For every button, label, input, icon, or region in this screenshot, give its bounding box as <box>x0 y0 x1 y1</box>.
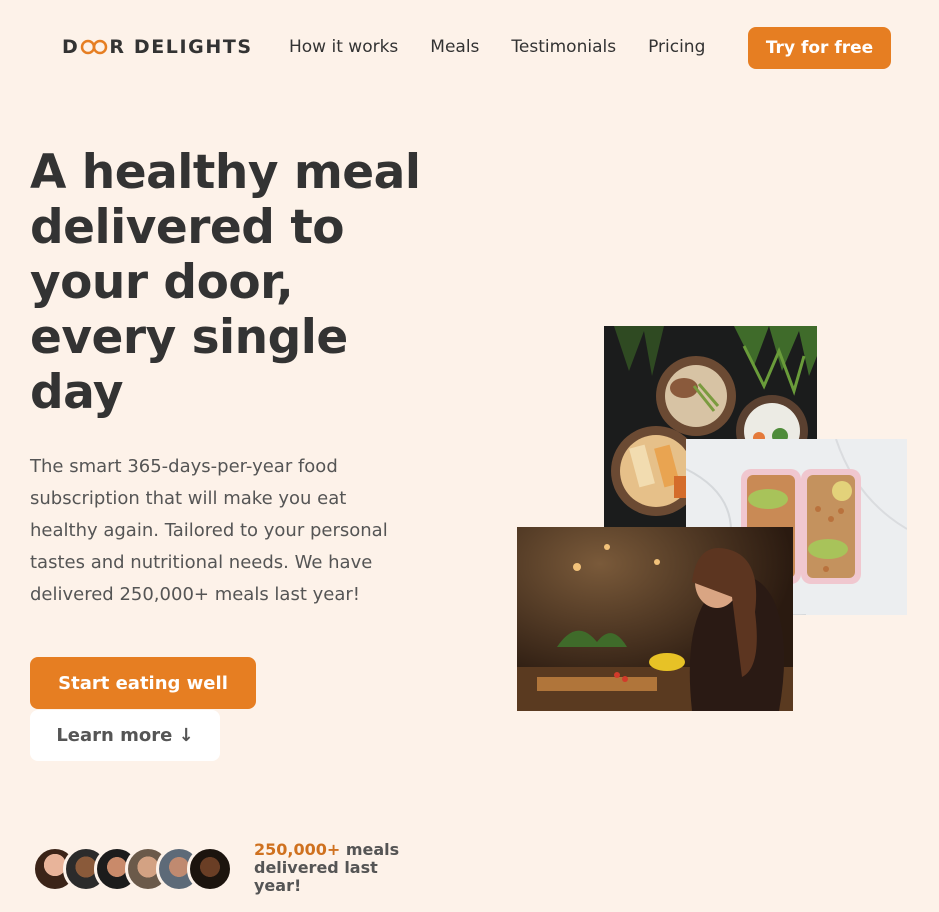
learn-more-button[interactable]: Learn more ↓ <box>30 710 220 761</box>
hero-title: A healthy meal delivered to your door, e… <box>30 145 421 420</box>
hero-description: The smart 365-days-per-year food subscri… <box>30 456 388 605</box>
nav-how-it-works[interactable]: How it works <box>289 37 398 57</box>
logo-prefix: D <box>62 36 80 58</box>
site-header: D R DELIGHTS How it works Meals Testimon… <box>0 0 939 96</box>
woman-eating-image <box>517 527 793 711</box>
nav-testimonials[interactable]: Testimonials <box>511 37 616 57</box>
customer-avatars <box>32 846 233 892</box>
logo-suffix: R DELIGHTS <box>109 36 253 58</box>
try-for-free-button[interactable]: Try for free <box>748 27 891 69</box>
logo[interactable]: D R DELIGHTS <box>62 36 253 58</box>
nav-meals[interactable]: Meals <box>430 37 479 57</box>
start-eating-well-button[interactable]: Start eating well <box>30 657 256 709</box>
meals-delivered-stat: 250,000+ meals delivered last year! <box>254 841 414 895</box>
main-nav: How it works Meals Testimonials Pricing <box>289 37 737 57</box>
nav-pricing[interactable]: Pricing <box>648 37 705 57</box>
meals-delivered-number: 250,000+ <box>254 840 341 859</box>
infinity-logo-icon <box>80 39 108 55</box>
customer-avatar <box>187 846 233 892</box>
